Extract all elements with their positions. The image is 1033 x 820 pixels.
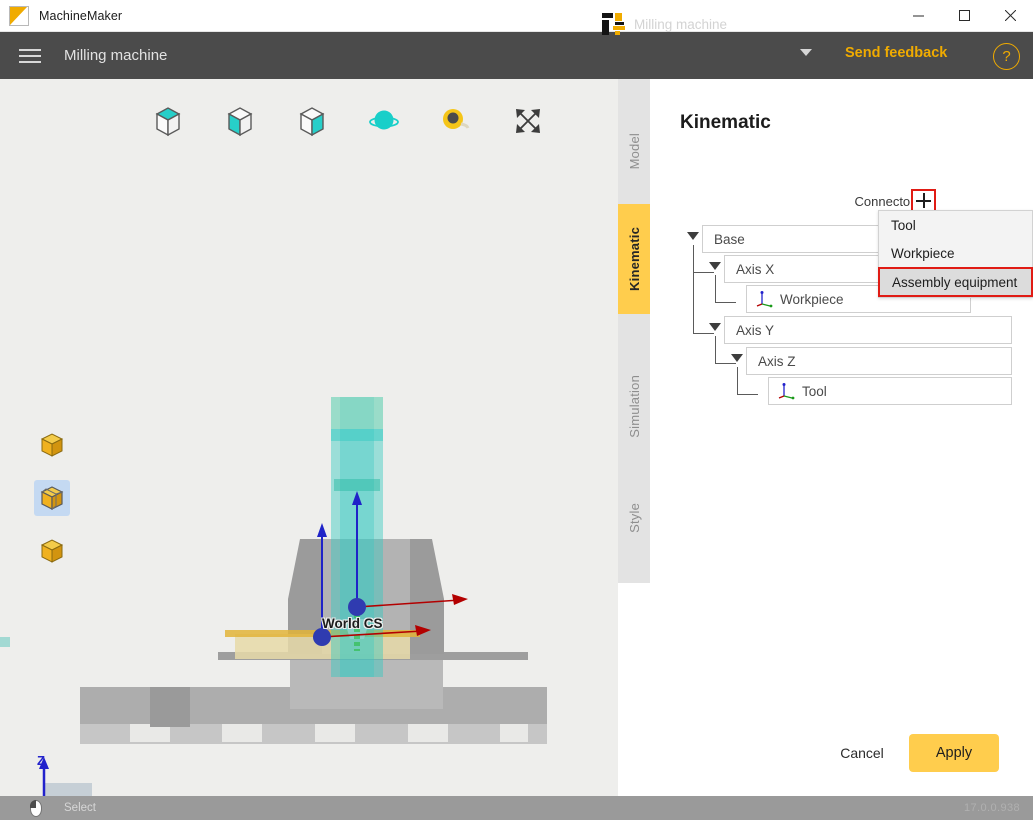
view-cube-front-icon[interactable] — [220, 101, 260, 141]
status-bar: Select 17.0.0.938 — [0, 796, 1033, 820]
menu-item-assembly-equipment[interactable]: Assembly equipment — [878, 267, 1033, 297]
orbit-sphere-icon[interactable] — [364, 101, 404, 141]
tree-node-label: Workpiece — [780, 291, 844, 307]
chevron-down-icon[interactable] — [800, 49, 812, 56]
version-label: 17.0.0.938 — [964, 802, 1020, 814]
application-window: MachineMaker Milling machine Milling mac — [0, 0, 1033, 820]
window-controls — [895, 0, 1033, 32]
window-titlebar: MachineMaker — [0, 0, 1033, 32]
menu-item-label: Workpiece — [891, 245, 955, 261]
status-mode: Select — [64, 802, 96, 814]
tab-model-label: Model — [626, 133, 642, 170]
tape-measure-icon[interactable] — [436, 101, 476, 141]
mouse-icon — [30, 799, 42, 817]
menu-item-label: Tool — [891, 217, 916, 233]
coordinate-system-icon — [778, 383, 795, 400]
wireframe-cube-icon[interactable] — [34, 480, 70, 516]
tree-caret-axis-y[interactable] — [709, 323, 721, 331]
menu-item-workpiece[interactable]: Workpiece — [879, 239, 1032, 267]
cancel-button[interactable]: Cancel — [822, 740, 902, 766]
menu-item-tool[interactable]: Tool — [879, 211, 1032, 239]
view-cube-top-icon[interactable] — [148, 101, 188, 141]
window-title: MachineMaker — [39, 8, 123, 23]
tree-node-tool[interactable]: Tool — [768, 377, 1012, 405]
close-icon[interactable] — [987, 0, 1033, 32]
machinemaker-logo-icon — [9, 5, 29, 26]
send-feedback-link[interactable]: Send feedback — [845, 45, 947, 61]
menu-item-label: Assembly equipment — [892, 274, 1018, 290]
solid-cube-icon-2[interactable] — [34, 533, 70, 569]
minimize-icon[interactable] — [895, 0, 941, 32]
tree-caret-axis-x[interactable] — [709, 262, 721, 270]
tree-node-label: Axis Y — [736, 322, 775, 338]
hamburger-icon[interactable] — [8, 41, 52, 71]
vertical-tab-strip: Model Kinematic Simulation Style — [618, 79, 650, 583]
viewport-toolbar — [148, 101, 548, 141]
machine-icon — [602, 13, 626, 35]
tree-caret-base[interactable] — [687, 232, 699, 240]
machine-model — [0, 397, 547, 744]
coordinate-system-icon — [756, 291, 773, 308]
tree-connector — [693, 245, 714, 334]
connectors-dropdown-menu: Tool Workpiece Assembly equipment — [878, 210, 1033, 298]
machine-selector-label: Milling machine — [634, 16, 728, 32]
world-cs-label: World CS — [322, 616, 383, 631]
tree-caret-axis-z[interactable] — [731, 354, 743, 362]
apply-button[interactable]: Apply — [909, 734, 999, 772]
tree-node-label: Base — [714, 231, 745, 247]
tab-model[interactable]: Model — [618, 109, 650, 194]
tree-node-label: Axis X — [736, 261, 775, 277]
plus-icon[interactable] — [911, 189, 936, 212]
tab-kinematic[interactable]: Kinematic — [618, 204, 650, 314]
expand-arrows-icon[interactable] — [508, 101, 548, 141]
machine-selector[interactable]: Milling machine — [602, 9, 727, 39]
tree-node-axis-z[interactable]: Axis Z — [746, 347, 1012, 375]
page-title: Milling machine — [64, 47, 168, 64]
tree-node-label: Axis Z — [758, 353, 796, 369]
help-icon[interactable]: ? — [993, 43, 1020, 70]
kinematic-panel: Kinematic Connectors Base Axis X Workpie… — [650, 79, 1033, 804]
tab-kinematic-label: Kinematic — [626, 227, 642, 291]
tree-node-axis-y[interactable]: Axis Y — [724, 316, 1012, 344]
tree-node-label: Tool — [802, 383, 827, 399]
panel-title: Kinematic — [680, 112, 771, 133]
solid-cube-icon[interactable] — [34, 427, 70, 463]
gizmo-axis-z-label: Z — [37, 753, 45, 768]
tab-style[interactable]: Style — [618, 487, 650, 549]
tab-simulation-label: Simulation — [626, 375, 642, 438]
tab-simulation[interactable]: Simulation — [618, 354, 650, 459]
display-mode-tools — [34, 427, 70, 569]
tab-style-label: Style — [626, 503, 642, 533]
maximize-icon[interactable] — [941, 0, 987, 32]
view-cube-side-icon[interactable] — [292, 101, 332, 141]
viewport-3d[interactable]: World CS Z — [0, 79, 618, 804]
